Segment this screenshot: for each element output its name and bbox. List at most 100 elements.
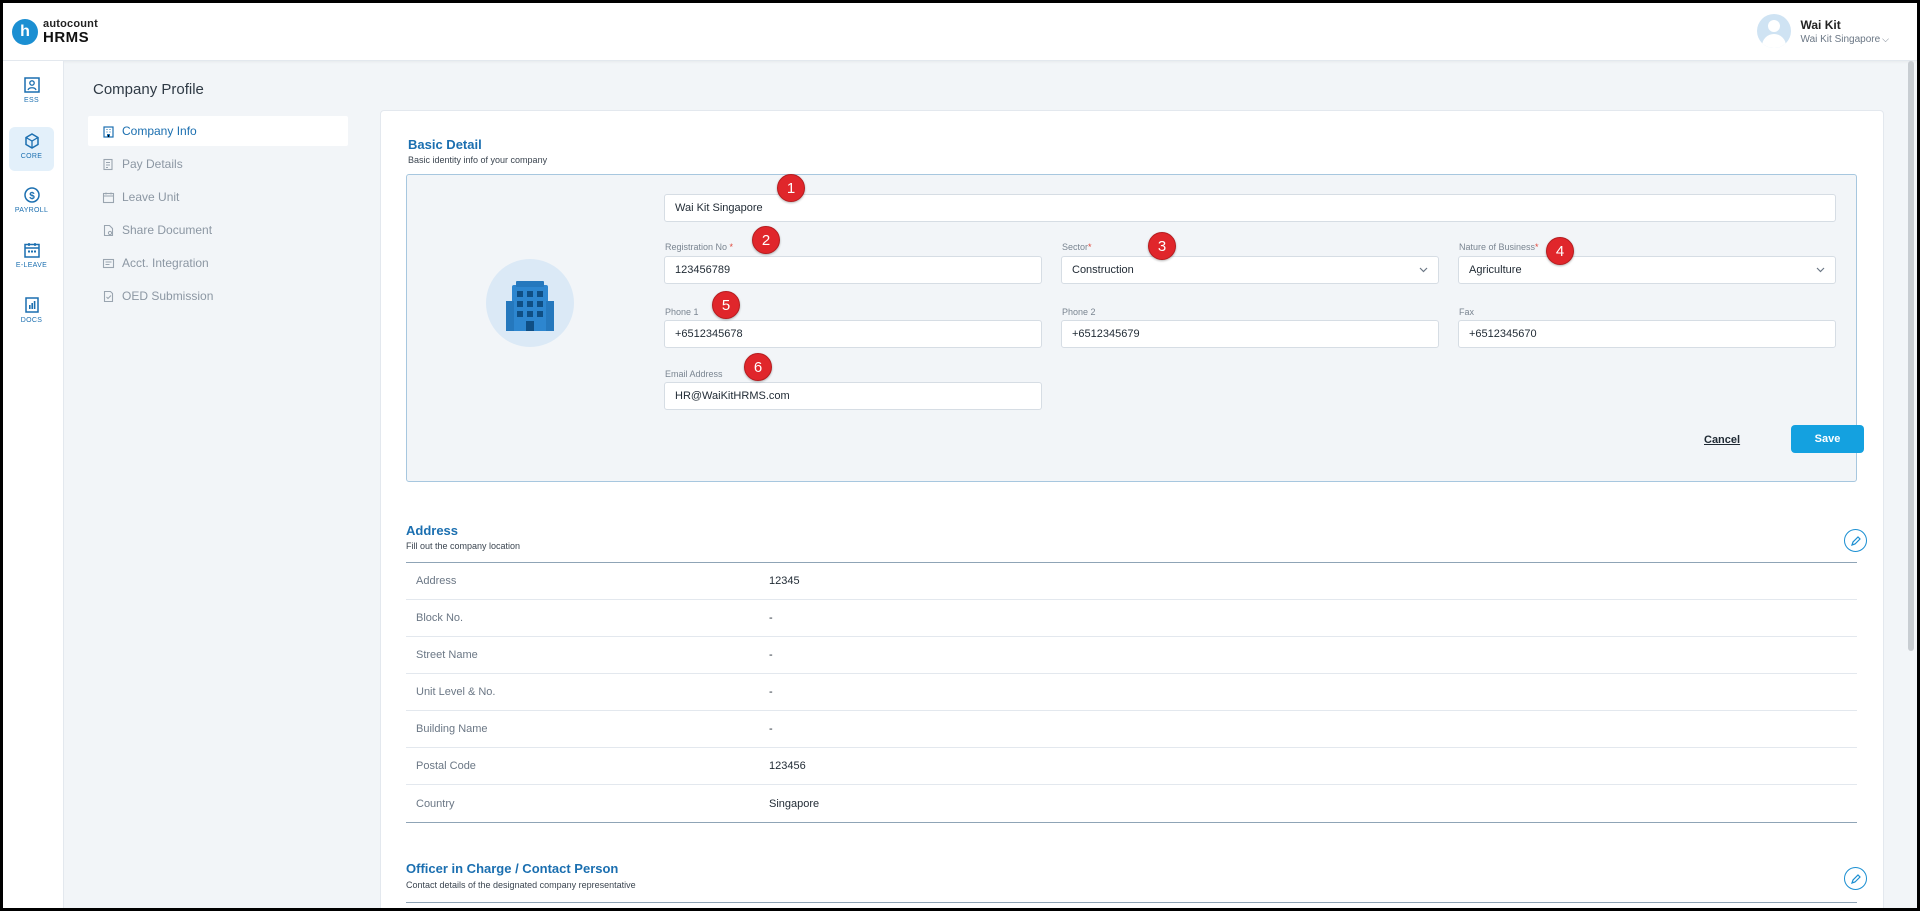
subnav-item-share-document[interactable]: Share Document [88,215,348,245]
save-button[interactable]: Save [1791,425,1864,453]
registration-no-field[interactable]: 123456789 [664,256,1042,284]
rail-label-docs: DOCS [20,317,43,324]
subnav-label: Share Document [122,223,213,237]
calendar-icon [23,243,40,258]
rail-label-payroll: PAYROLL [14,207,49,214]
leave-unit-icon [102,192,115,203]
table-row: Country Singapore [406,785,1857,822]
row-key: Building Name [416,723,488,735]
annotation-badge-5: 5 [712,291,740,319]
user-menu[interactable]: Wai Kit Wai Kit Singapore ⌵ [1756,14,1889,48]
app-window: h autocount HRMS Wai Kit Wai Kit Singapo… [3,3,1917,908]
officer-title: Officer in Charge / Contact Person [406,861,619,876]
pay-details-icon [103,158,113,170]
building-icon [506,281,554,331]
top-bar: h autocount HRMS Wai Kit Wai Kit Singapo… [3,3,1917,61]
annotation-badge-1: 1 [777,174,805,202]
rail-item-ess[interactable]: ESS [9,71,54,115]
registration-label: Registration No * [665,242,734,252]
email-label: Email Address [665,369,723,379]
sector-value: Construction [1072,264,1134,276]
rail-item-docs[interactable]: DOCS [9,291,54,335]
docs-icon [24,297,39,313]
subnav-item-oed-submission[interactable]: OED Submission [88,281,348,311]
rail-label-eleave: E-LEAVE [15,262,48,269]
logo[interactable]: h autocount HRMS [12,17,98,47]
nature-label: Nature of Business* [1459,242,1539,252]
pencil-icon [1851,874,1861,884]
address-subtitle: Fill out the company location [406,541,521,551]
nature-value: Agriculture [1469,264,1522,276]
fax-field[interactable]: +6512345670 [1458,320,1836,348]
annotation-badge-4: 4 [1546,237,1574,265]
share-document-icon [103,224,114,236]
table-row: Street Name - [406,637,1857,674]
company-logo[interactable] [486,259,574,347]
chevron-down-icon: ⌵ [1882,33,1889,44]
company-name-field[interactable]: Wai Kit Singapore [664,194,1836,222]
table-row: Postal Code 123456 [406,748,1857,785]
phone2-label: Phone 2 [1062,307,1096,317]
rail-item-payroll[interactable]: $ PAYROLL [9,181,54,225]
row-key: Address [416,575,457,587]
rail-label-core: CORE [20,153,43,160]
phone1-label: Phone 1 [665,307,699,317]
sector-label: Sector* [1062,242,1092,252]
page-scrollbar[interactable] [1908,61,1914,651]
address-title: Address [406,523,459,538]
user-company: Wai Kit Singapore [1800,33,1881,45]
basic-detail-title: Basic Detail [408,137,482,152]
phone1-field[interactable]: +6512345678 [664,320,1042,348]
subnav-item-pay-details[interactable]: Pay Details [88,149,348,179]
integration-icon [102,258,115,268]
sector-select[interactable]: Construction [1061,256,1439,284]
row-key: Postal Code [416,760,476,772]
edit-address-button[interactable] [1844,529,1867,552]
page-title: Company Profile [93,81,204,98]
row-value: - [769,649,773,661]
table-row: Block No. - [406,600,1857,637]
annotation-badge-3: 3 [1148,232,1176,260]
oed-submission-icon [103,290,114,302]
module-rail: ESS CORE $ PAYROLL E-LEAVE DOCS [3,61,64,908]
cancel-button[interactable]: Cancel [1704,434,1740,446]
nature-of-business-select[interactable]: Agriculture [1458,256,1836,284]
subnav-item-acct-integration[interactable]: Acct. Integration [88,248,348,278]
subnav-label: Leave Unit [122,190,180,204]
table-row: Building Name - [406,711,1857,748]
user-name: Wai Kit [1800,17,1841,32]
rail-label-ess: ESS [24,97,39,104]
subnav-label: Acct. Integration [122,256,209,270]
row-value: Singapore [769,797,820,810]
subnav-item-leave-unit[interactable]: Leave Unit [88,182,348,212]
subnav-label: Company Info [122,124,197,138]
logo-icon: h [12,19,38,45]
annotation-badge-6: 6 [744,353,772,381]
row-value: - [769,612,773,624]
payroll-icon: $ [23,187,40,203]
rail-item-core[interactable]: CORE [9,127,54,171]
subnav-item-company-info[interactable]: Company Info [88,116,348,146]
table-row: Address 12345 [406,563,1857,600]
profile-subnav: Company Info Pay Details Leave Unit Shar… [88,116,348,314]
annotation-badge-2: 2 [752,226,780,254]
officer-subtitle: Contact details of the designated compan… [406,880,636,890]
row-value: 123456 [769,760,806,772]
row-key: Block No. [416,612,464,624]
row-key: Street Name [416,649,478,661]
row-key: Unit Level & No. [416,686,496,698]
email-field[interactable]: HR@WaiKitHRMS.com [664,382,1042,410]
phone2-field[interactable]: +6512345679 [1061,320,1439,348]
basic-detail-form: Wai Kit Singapore Registration No * 1234… [406,174,1864,482]
address-table: Address 12345 Block No. - Street Name - Uni… [406,562,1857,823]
rail-item-eleave[interactable]: E-LEAVE [9,236,54,280]
subnav-label: OED Submission [122,289,214,303]
pencil-icon [1851,536,1861,546]
row-value: 12345 [769,575,800,587]
svg-text:$: $ [29,191,35,202]
logo-big-text: HRMS [43,29,90,46]
subnav-label: Pay Details [122,157,183,171]
edit-officer-button[interactable] [1844,867,1867,890]
company-profile-card: Basic Detail Basic identity info of your… [380,110,1884,908]
row-value: - [769,686,773,698]
